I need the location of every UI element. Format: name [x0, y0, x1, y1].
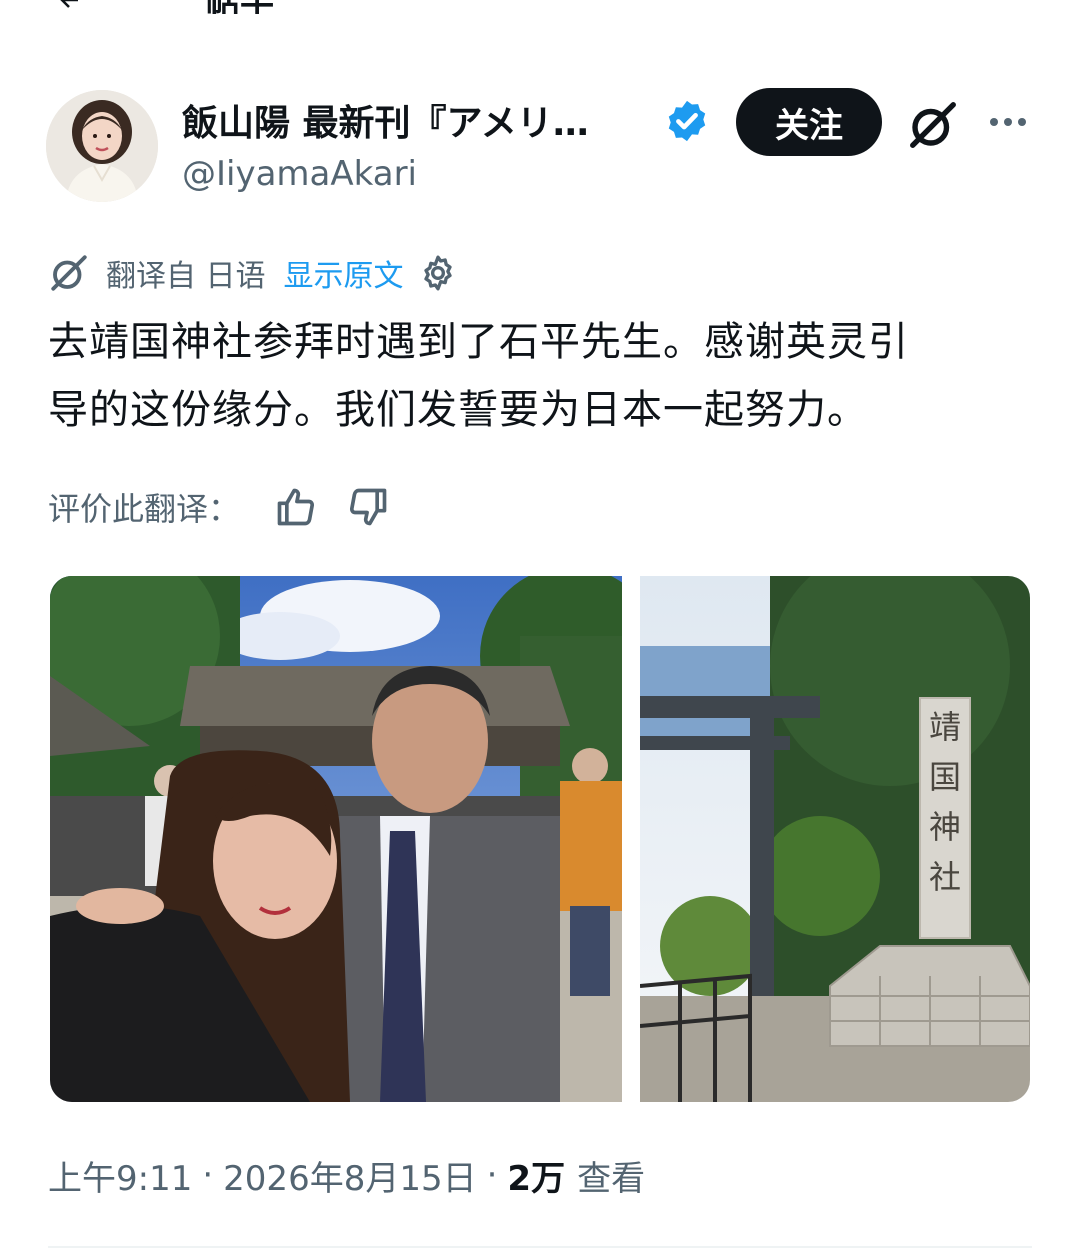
thumbs-down-icon[interactable] — [346, 485, 390, 529]
tweet-text: 去靖国神社参拜时遇到了石平先生。感谢英灵引 导的这份缘分。我们发誓要为日本一起努… — [48, 308, 1038, 444]
show-original-link[interactable]: 显示原文 — [284, 251, 404, 295]
author-handle[interactable]: @IiyamaAkari — [182, 154, 417, 194]
shrine-gate-photo: 靖 国 神 社 — [640, 576, 1030, 1102]
author-display-name[interactable]: 飯山陽 最新刊『アメリ… — [182, 94, 652, 146]
tweet-photo-1[interactable] — [50, 576, 622, 1102]
verified-badge-icon — [668, 100, 706, 142]
pillar-char: 神 — [929, 808, 961, 846]
avatar[interactable] — [46, 90, 158, 202]
tweet-photo-2[interactable]: 靖 国 神 社 — [640, 576, 1030, 1102]
back-arrow-icon[interactable] — [58, 0, 82, 12]
tweet-text-line: 去靖国神社参拜时遇到了石平先生。感谢英灵引 — [48, 319, 909, 365]
divider — [48, 1246, 1032, 1248]
meta-separator: · — [202, 1155, 214, 1195]
avatar-image — [46, 90, 158, 202]
rate-translation-label: 评价此翻译： — [48, 490, 241, 528]
rate-translation-row: 评价此翻译： — [48, 480, 418, 534]
meta-separator: · — [486, 1155, 498, 1195]
grok-icon[interactable] — [906, 98, 960, 152]
pillar-char: 社 — [929, 858, 961, 896]
views-count: 2万 — [507, 1158, 566, 1199]
pillar-char: 靖 — [929, 708, 961, 746]
settings-gear-icon[interactable] — [418, 253, 458, 293]
top-header-cropped: 帖子 — [0, 0, 1080, 14]
tweet-detail-page: 帖子 飯山陽 最新刊『アメリ… @IiyamaAkari 关注 — [0, 0, 1080, 1252]
translation-info: 翻译自 日语 显示原文 — [48, 250, 458, 296]
translated-from-label: 翻译自 日语 — [106, 259, 266, 294]
selfie-photo — [50, 576, 622, 1102]
tweet-meta: 上午9:11 · 2026年8月15日 · 2万 查看 — [48, 1148, 645, 1202]
pillar-char: 国 — [929, 758, 961, 796]
tweet-date[interactable]: 2026年8月15日 — [223, 1151, 476, 1200]
views-label: 查看 — [577, 1158, 646, 1199]
author-row: 飯山陽 最新刊『アメリ… @IiyamaAkari 关注 — [0, 88, 1080, 208]
tweet-text-line: 导的这份缘分。我们发誓要为日本一起努力。 — [48, 387, 868, 433]
translate-icon — [51, 255, 87, 291]
thumbs-up-icon[interactable] — [274, 485, 318, 529]
more-icon[interactable] — [986, 110, 1030, 134]
follow-button[interactable]: 关注 — [736, 88, 882, 156]
page-title: 帖子 — [206, 0, 274, 14]
tweet-time[interactable]: 上午9:11 — [48, 1151, 192, 1200]
